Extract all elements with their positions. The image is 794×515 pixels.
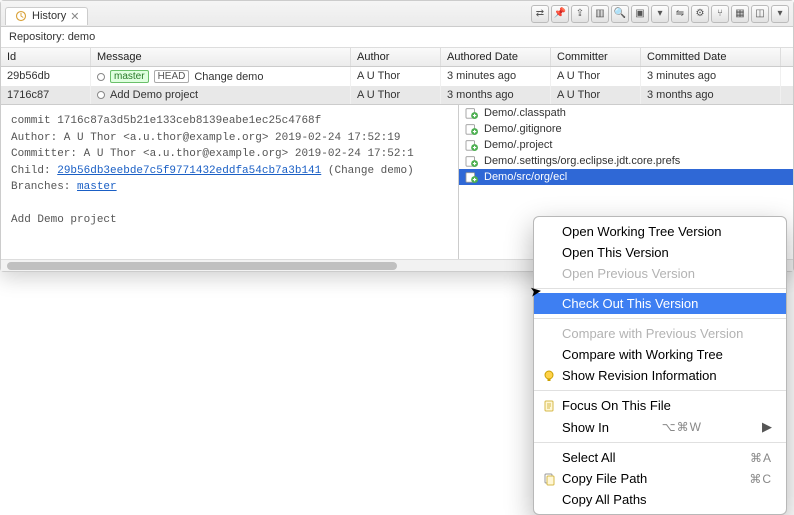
accelerator: ⌘C bbox=[749, 472, 772, 486]
cell-id: 29b56db bbox=[1, 67, 91, 86]
list-item[interactable]: Demo/.classpath bbox=[459, 105, 793, 121]
col-id[interactable]: Id bbox=[1, 48, 91, 66]
table-header: Id Message Author Authored Date Committe… bbox=[1, 48, 793, 67]
export-icon[interactable]: ⇪ bbox=[571, 5, 589, 23]
commit-message: Change demo bbox=[194, 71, 263, 83]
ctx-compare-working-tree[interactable]: Compare with Working Tree bbox=[534, 344, 786, 365]
commit-detail-pane[interactable]: commit 1716c87a3d5b21e133ceb8139eabe1ec2… bbox=[1, 105, 458, 259]
col-committer[interactable]: Committer bbox=[551, 48, 641, 66]
ctx-open-working-tree[interactable]: Open Working Tree Version bbox=[534, 221, 786, 242]
mouse-cursor-icon: ➤ bbox=[529, 282, 543, 300]
compare-icon[interactable]: ⇋ bbox=[671, 5, 689, 23]
file-path: Demo/.settings/org.eclipse.jdt.core.pref… bbox=[484, 155, 680, 167]
list-item[interactable]: Demo/.project bbox=[459, 137, 793, 153]
commit-table: Id Message Author Authored Date Committe… bbox=[1, 48, 793, 104]
cell-message: master HEAD Change demo bbox=[91, 67, 351, 86]
cell-id: 1716c87 bbox=[1, 86, 91, 104]
file-path: Demo/.project bbox=[484, 139, 552, 151]
cell-authored: 3 minutes ago bbox=[441, 67, 551, 86]
accelerator: ⌥⌘W bbox=[662, 420, 702, 434]
ctx-open-previous-version: Open Previous Version bbox=[534, 263, 786, 284]
close-icon[interactable]: ✕ bbox=[70, 10, 79, 23]
col-author[interactable]: Author bbox=[351, 48, 441, 66]
ctx-show-in[interactable]: Show In ⌥⌘W ▶ bbox=[534, 416, 786, 438]
detail-branches: Branches: master bbox=[11, 179, 448, 196]
detail-committer: Committer: A U Thor <a.u.thor@example.or… bbox=[11, 146, 448, 163]
file-path: Demo/.classpath bbox=[484, 107, 566, 119]
link-icon[interactable]: ⇄ bbox=[531, 5, 549, 23]
col-authored-date[interactable]: Authored Date bbox=[441, 48, 551, 66]
bulb-icon bbox=[542, 369, 556, 383]
pin-icon[interactable]: 📌 bbox=[551, 5, 569, 23]
col-committed-date[interactable]: Committed Date bbox=[641, 48, 781, 66]
list-item[interactable]: Demo/.gitignore bbox=[459, 121, 793, 137]
columns-icon[interactable]: ▥ bbox=[591, 5, 609, 23]
commit-message: Add Demo project bbox=[110, 89, 198, 101]
separator bbox=[534, 390, 786, 391]
cell-committed: 3 minutes ago bbox=[641, 67, 781, 86]
separator bbox=[534, 288, 786, 289]
accelerator: ⌘A bbox=[750, 451, 772, 465]
ctx-focus-file[interactable]: Focus On This File bbox=[534, 395, 786, 416]
ctx-copy-all-paths[interactable]: Copy All Paths bbox=[534, 489, 786, 510]
cell-author: A U Thor bbox=[351, 67, 441, 86]
list-item[interactable]: Demo/.settings/org.eclipse.jdt.core.pref… bbox=[459, 153, 793, 169]
detail-body: Add Demo project bbox=[11, 212, 448, 229]
repository-label: Repository: demo bbox=[1, 27, 793, 48]
detail-commit: commit 1716c87a3d5b21e133ceb8139eabe1ec2… bbox=[11, 113, 448, 130]
cell-authored: 3 months ago bbox=[441, 86, 551, 104]
page-icon bbox=[542, 399, 556, 413]
scrollbar-thumb[interactable] bbox=[7, 262, 397, 270]
history-icon bbox=[14, 10, 28, 22]
file-add-icon bbox=[465, 171, 479, 183]
tab-bar: History ✕ ⇄ 📌 ⇪ ▥ 🔍 ▣ ▾ ⇋ ⚙ ⑂ ▦ ◫ ▾ bbox=[1, 1, 793, 27]
cell-committed: 3 months ago bbox=[641, 86, 781, 104]
ctx-copy-file-path[interactable]: Copy File Path⌘C bbox=[534, 468, 786, 489]
copy-icon bbox=[542, 472, 556, 486]
file-add-icon bbox=[465, 155, 479, 167]
branch-link[interactable]: master bbox=[77, 181, 117, 193]
submenu-arrow-icon: ▶ bbox=[755, 419, 772, 435]
cell-committer: A U Thor bbox=[551, 86, 641, 104]
head-badge: HEAD bbox=[154, 70, 190, 83]
separator bbox=[534, 442, 786, 443]
file-path: Demo/src/org/ecl bbox=[484, 171, 567, 183]
history-tab[interactable]: History ✕ bbox=[5, 7, 88, 25]
table-row[interactable]: 1716c87 Add Demo project A U Thor 3 mont… bbox=[1, 86, 793, 104]
file-add-icon bbox=[465, 107, 479, 119]
col-message[interactable]: Message bbox=[91, 48, 351, 66]
table-row[interactable]: 29b56db master HEAD Change demo A U Thor… bbox=[1, 67, 793, 86]
cell-message: Add Demo project bbox=[91, 86, 351, 104]
toolbar: ⇄ 📌 ⇪ ▥ 🔍 ▣ ▾ ⇋ ⚙ ⑂ ▦ ◫ ▾ bbox=[531, 5, 789, 23]
dropdown-icon[interactable]: ▾ bbox=[651, 5, 669, 23]
child-link[interactable]: 29b56db3eebde7c5f9771432eddfa54cb7a3b141 bbox=[57, 165, 321, 177]
ctx-show-revision-info[interactable]: Show Revision Information bbox=[534, 365, 786, 386]
filter-icon[interactable]: ▣ bbox=[631, 5, 649, 23]
detail-child: Child: 29b56db3eebde7c5f9771432eddfa54cb… bbox=[11, 163, 448, 180]
separator bbox=[534, 318, 786, 319]
file-add-icon bbox=[465, 123, 479, 135]
cell-committer: A U Thor bbox=[551, 67, 641, 86]
context-menu: Open Working Tree Version Open This Vers… bbox=[533, 216, 787, 515]
ctx-select-all[interactable]: Select All⌘A bbox=[534, 447, 786, 468]
graph-node-icon bbox=[97, 73, 105, 81]
tree-icon[interactable]: ⚙ bbox=[691, 5, 709, 23]
branch-badge: master bbox=[110, 70, 149, 83]
layout1-icon[interactable]: ▦ bbox=[731, 5, 749, 23]
ctx-check-out-this-version[interactable]: Check Out This Version bbox=[534, 293, 786, 314]
list-item[interactable]: Demo/src/org/ecl bbox=[459, 169, 793, 185]
graph-node-icon bbox=[97, 91, 105, 99]
branch-icon[interactable]: ⑂ bbox=[711, 5, 729, 23]
cell-author: A U Thor bbox=[351, 86, 441, 104]
file-add-icon bbox=[465, 139, 479, 151]
minimize-icon[interactable]: ▾ bbox=[771, 5, 789, 23]
layout2-icon[interactable]: ◫ bbox=[751, 5, 769, 23]
tab-title: History bbox=[32, 10, 66, 22]
file-path: Demo/.gitignore bbox=[484, 123, 562, 135]
ctx-compare-previous: Compare with Previous Version bbox=[534, 323, 786, 344]
search-icon[interactable]: 🔍 bbox=[611, 5, 629, 23]
ctx-open-this-version[interactable]: Open This Version bbox=[534, 242, 786, 263]
detail-author: Author: A U Thor <a.u.thor@example.org> … bbox=[11, 130, 448, 147]
